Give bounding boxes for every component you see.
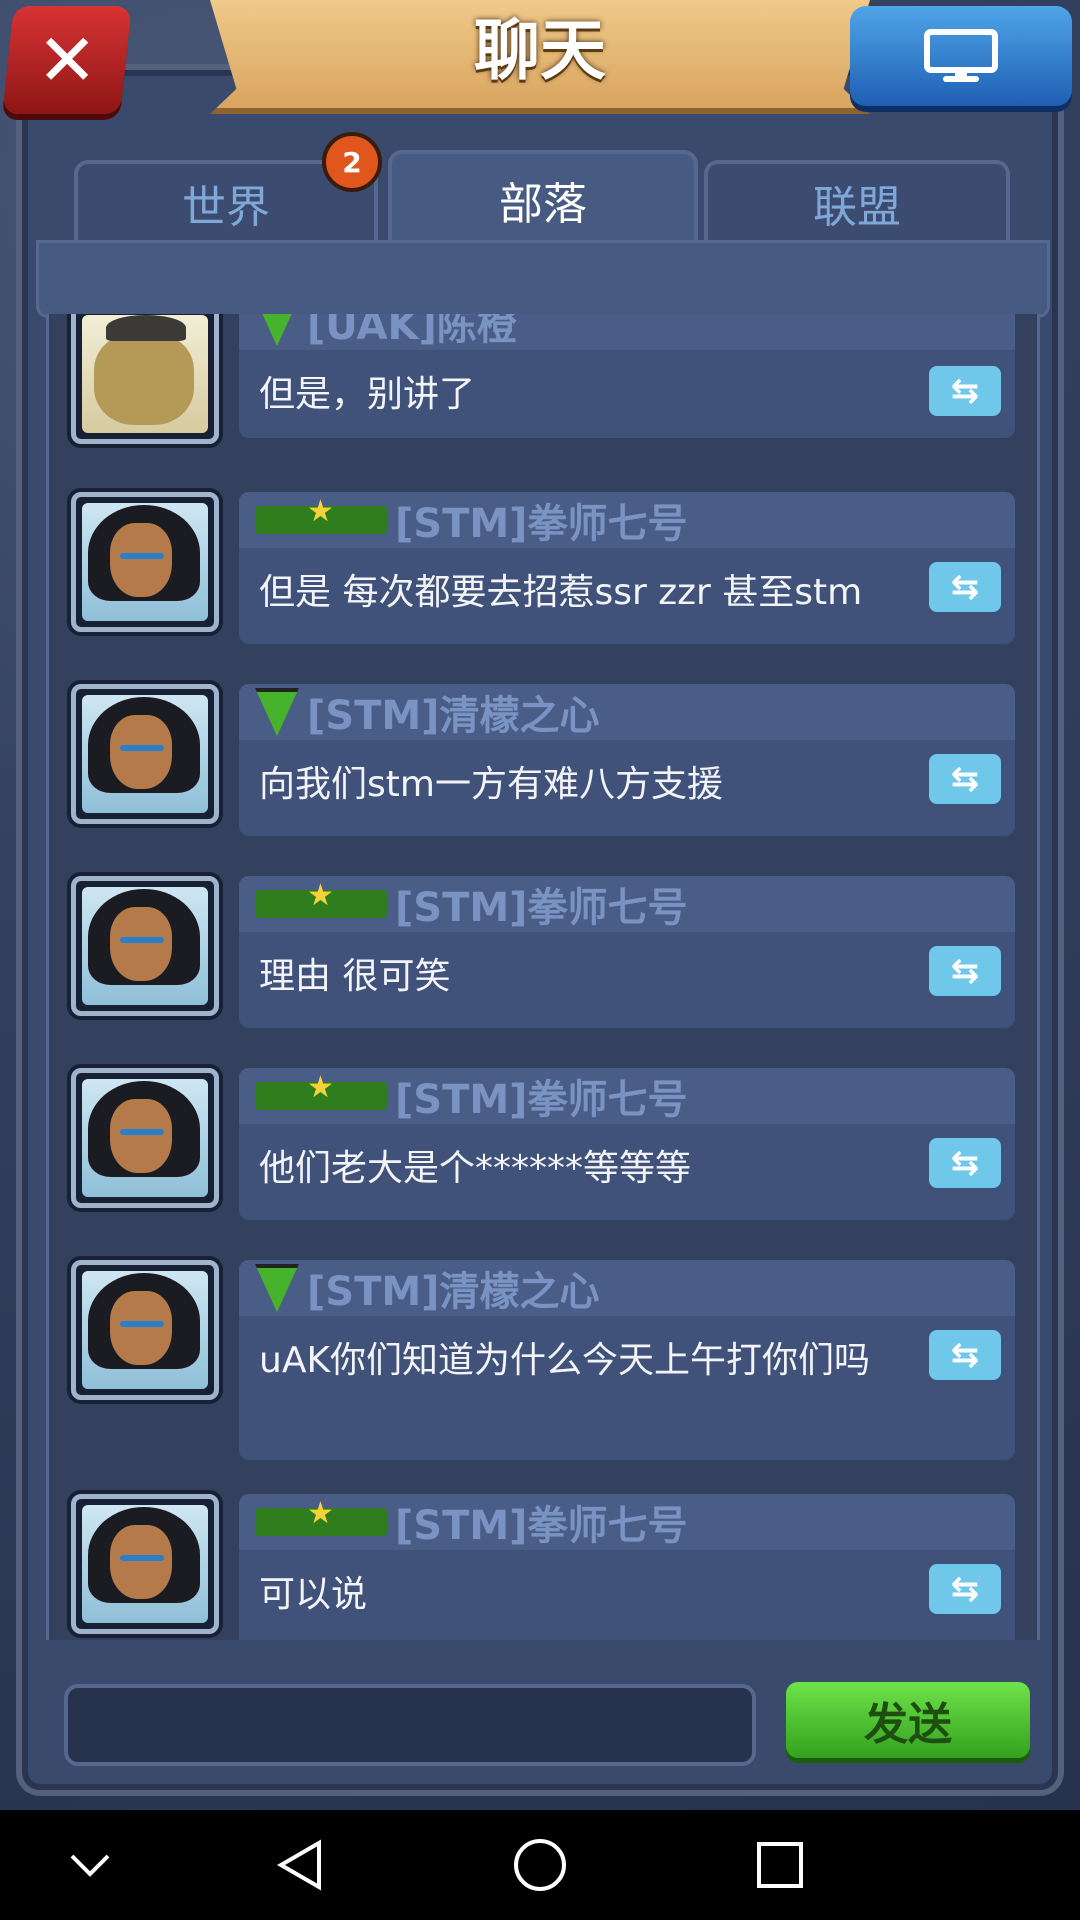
share-arrows-icon: ⇆ [950, 1335, 980, 1375]
tab-label: 世界 [182, 182, 270, 233]
message-bubble: [UAK]陈橙 但是，别讲了 ⇆ [239, 314, 1015, 438]
close-icon: ✕ [36, 18, 98, 102]
avatar[interactable] [71, 314, 219, 444]
share-arrows-icon: ⇆ [950, 759, 980, 799]
page-title: 聊天 [474, 12, 606, 89]
share-arrows-icon: ⇆ [950, 1569, 980, 1609]
sender-name: [STM]拳师七号 [395, 885, 688, 931]
avatar[interactable] [71, 876, 219, 1016]
message-text: 但是 每次都要去招惹ssr zzr 甚至stm [259, 572, 863, 613]
share-button[interactable]: ⇆ [929, 366, 1001, 416]
sender-name: [STM]清檬之心 [307, 1269, 600, 1315]
share-button[interactable]: ⇆ [929, 1138, 1001, 1188]
chevron-down-icon [70, 1854, 110, 1877]
message-bubble: ★ [STM]拳师七号 他们老大是个******等等等 ⇆ [239, 1068, 1015, 1220]
share-button[interactable]: ⇆ [929, 754, 1001, 804]
share-arrows-icon: ⇆ [950, 951, 980, 991]
sender-name: [STM]拳师七号 [395, 1077, 688, 1123]
tab-label: 联盟 [813, 182, 901, 233]
share-button[interactable]: ⇆ [929, 1564, 1001, 1614]
message-text: uAK你们知道为什么今天上午打你们吗 [259, 1340, 871, 1381]
tab-strip [36, 240, 1050, 318]
unread-badge: 2 [322, 132, 382, 192]
message-bubble: ★ [STM]拳师七号 但是 每次都要去招惹ssr zzr 甚至stm ⇆ [239, 492, 1015, 644]
message-bubble: ★ [STM]拳师七号 理由 很可笑 ⇆ [239, 876, 1015, 1028]
share-arrows-icon: ⇆ [950, 1143, 980, 1183]
home-circle-icon [514, 1839, 566, 1891]
display-button[interactable] [850, 6, 1072, 106]
chat-message-list[interactable]: [UAK]陈橙 但是，别讲了 ⇆ ★ [STM]拳师七号 但是 每次都要去招惹s… [46, 314, 1040, 1640]
sender-name: [STM]清檬之心 [307, 693, 600, 739]
share-button[interactable]: ⇆ [929, 1330, 1001, 1380]
rank-shield-icon [255, 688, 299, 736]
avatar[interactable] [71, 492, 219, 632]
sender-name: [STM]拳师七号 [395, 501, 688, 547]
message-text: 可以说 [259, 1574, 368, 1615]
share-arrows-icon: ⇆ [950, 567, 980, 607]
avatar[interactable] [71, 684, 219, 824]
avatar[interactable] [71, 1068, 219, 1208]
back-triangle-icon [277, 1839, 321, 1891]
message-text: 但是，别讲了 [259, 374, 476, 415]
nav-back-button[interactable] [260, 1830, 340, 1900]
system-nav-bar [0, 1810, 1080, 1920]
tab-label: 部落 [499, 179, 587, 230]
rank-shield-icon [255, 314, 299, 346]
rank-star-icon: ★ [255, 494, 387, 534]
nav-recents-button[interactable] [740, 1830, 820, 1900]
tab-tribe[interactable]: 部落 [388, 150, 698, 246]
share-button[interactable]: ⇆ [929, 562, 1001, 612]
recents-square-icon [757, 1842, 803, 1888]
send-button[interactable]: 发送 [786, 1682, 1030, 1758]
message-text: 向我们stm一方有难八方支援 [259, 764, 723, 805]
rank-star-icon: ★ [255, 1496, 387, 1536]
share-arrows-icon: ⇆ [950, 371, 980, 411]
tab-alliance[interactable]: 联盟 [704, 160, 1010, 242]
share-button[interactable]: ⇆ [929, 946, 1001, 996]
sender-name: [UAK]陈橙 [307, 314, 517, 349]
avatar[interactable] [71, 1260, 219, 1400]
avatar[interactable] [71, 1494, 219, 1634]
close-button[interactable]: ✕ [2, 6, 132, 114]
message-bubble: [STM]清檬之心 uAK你们知道为什么今天上午打你们吗 ⇆ [239, 1260, 1015, 1460]
rank-star-icon: ★ [255, 878, 387, 918]
message-text: 理由 很可笑 [259, 956, 451, 997]
message-bubble: ★ [STM]拳师七号 可以说 ⇆ [239, 1494, 1015, 1640]
message-text: 他们老大是个******等等等 [259, 1148, 692, 1189]
rank-shield-icon [255, 1264, 299, 1312]
monitor-icon [924, 29, 998, 82]
rank-star-icon: ★ [255, 1070, 387, 1110]
nav-home-button[interactable] [500, 1830, 580, 1900]
nav-collapse-button[interactable] [50, 1830, 130, 1900]
message-bubble: [STM]清檬之心 向我们stm一方有难八方支援 ⇆ [239, 684, 1015, 836]
sender-name: [STM]拳师七号 [395, 1503, 688, 1549]
chat-input[interactable] [64, 1684, 756, 1766]
